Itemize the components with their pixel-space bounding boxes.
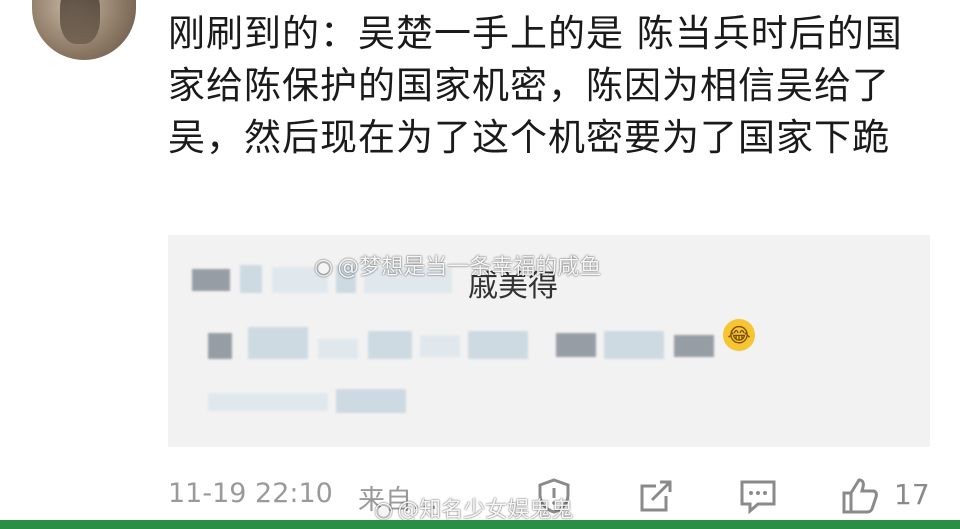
weibo-logo-icon: ◉ [314,255,334,280]
blurred-text [674,335,714,357]
timestamp: 11-19 22:10 [168,478,333,509]
comment-footer: 11-19 22:10 来自... 17 ◉ @知名少女娱鬼鬼 [168,474,938,523]
share-icon[interactable] [636,476,676,516]
blurred-text [420,335,460,357]
blurred-text [468,331,528,359]
blurred-text [192,269,230,291]
watermark: ◉ @梦想是当一条幸福的咸鱼 [314,255,602,280]
thumbs-up-icon[interactable] [840,476,880,516]
comment-text: 刚刷到的：吴楚一手上的是 陈当兵时后的国家给陈保护的国家机密，陈因为相信吴给了吴… [168,12,903,159]
blurred-text [248,327,308,359]
bottom-border [0,520,960,529]
blurred-text [336,389,406,413]
quoted-comment[interactable]: 戚美得 😂 ◉ @梦想是当一条幸福的咸鱼 [168,235,930,447]
blurred-text [208,393,328,411]
blurred-text [318,339,358,359]
comment-icon[interactable] [738,476,778,516]
avatar[interactable] [32,0,136,60]
blurred-text [240,265,262,293]
blurred-text [368,331,412,359]
blurred-text [556,333,596,357]
like-count: 17 [894,478,930,511]
blurred-text [208,333,232,359]
laughing-emoji-icon: 😂 [723,319,755,351]
blurred-text [604,331,664,359]
